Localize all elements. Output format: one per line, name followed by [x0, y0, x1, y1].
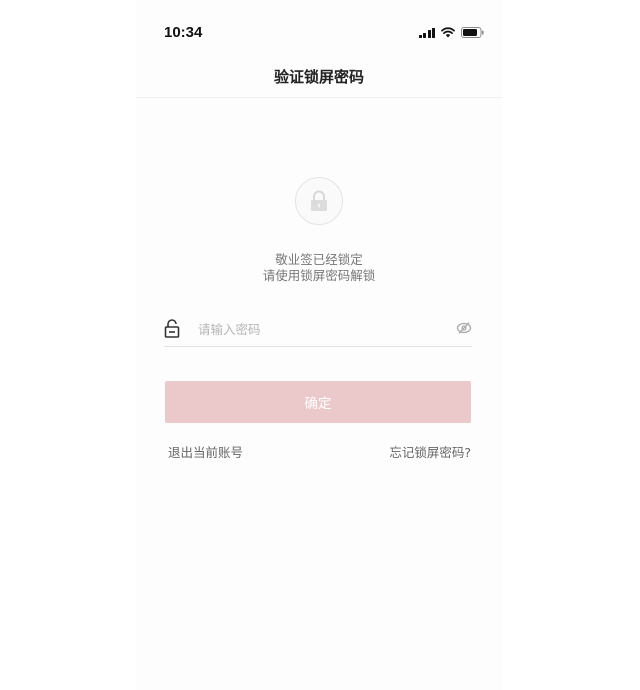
- status-bar: 10:34: [136, 0, 502, 60]
- logout-link[interactable]: 退出当前账号: [168, 442, 243, 461]
- unlock-instruction: 请使用锁屏密码解锁: [262, 268, 376, 283]
- password-field-row: [164, 313, 472, 347]
- status-icons: [418, 27, 485, 38]
- page-title: 验证锁屏密码: [273, 68, 364, 86]
- forgot-password-link[interactable]: 忘记锁屏密码?: [389, 442, 471, 461]
- lock-screen: 10:34 验证锁屏密码 敬业签已经锁定 请使用锁屏密码解锁 确定 退出当前账号…: [136, 0, 502, 690]
- nav-divider: [136, 97, 502, 98]
- confirm-button[interactable]: 确定: [165, 381, 471, 423]
- battery-icon: [461, 27, 484, 38]
- wifi-icon: [441, 27, 455, 38]
- lock-icon: [164, 319, 180, 342]
- password-input[interactable]: [198, 318, 438, 340]
- status-time: 10:34: [164, 24, 203, 41]
- password-underline: [164, 346, 472, 347]
- eye-off-icon[interactable]: [456, 320, 472, 339]
- padlock-icon: [311, 190, 327, 211]
- signal-icon: [418, 27, 435, 38]
- locked-badge: [295, 177, 343, 225]
